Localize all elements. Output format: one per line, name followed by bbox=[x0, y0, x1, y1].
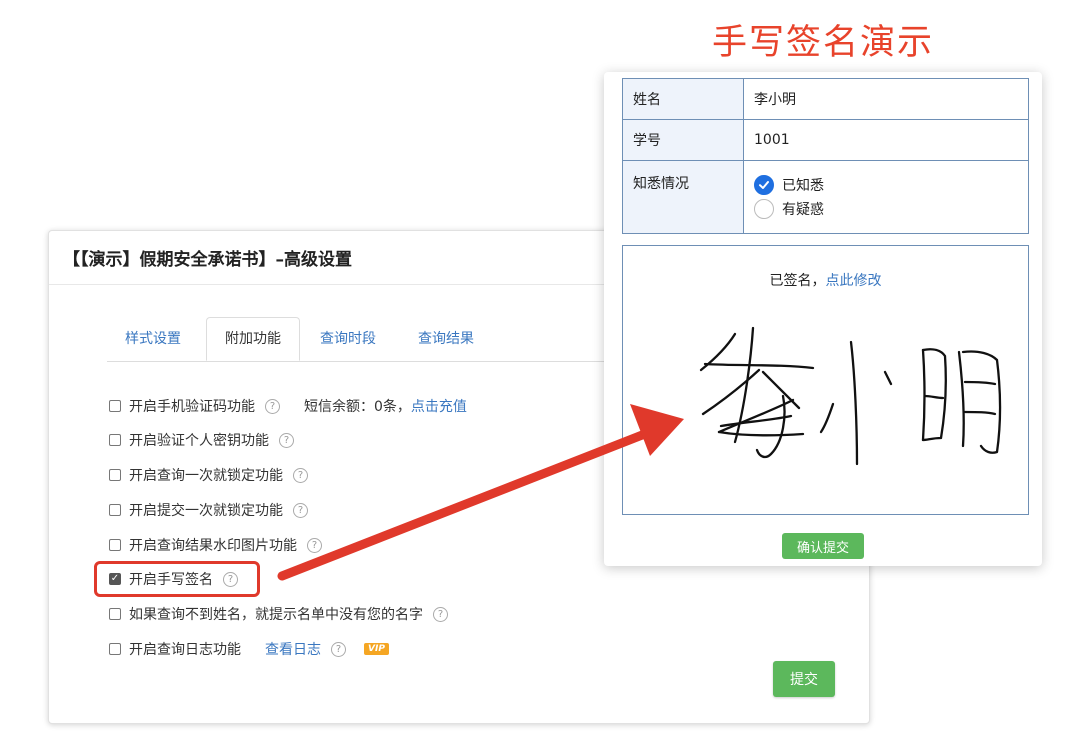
table-row: 姓名 李小明 bbox=[622, 78, 1029, 120]
option-query-log: 开启查询日志功能 查看日志 ? VIP bbox=[109, 639, 389, 659]
demo-title: 手写签名演示 bbox=[712, 23, 935, 63]
panel-title: 【【演示】假期安全承诺书】–高级设置 bbox=[63, 250, 352, 270]
status-radio-group: 已知悉 有疑惑 bbox=[743, 160, 1029, 234]
option-lock-after-submit: 开启提交一次就锁定功能 ? bbox=[109, 500, 308, 520]
option-sms-verification: 开启手机验证码功能 ? 短信余额：0条， 点击充值 bbox=[109, 396, 467, 416]
help-icon[interactable]: ? bbox=[307, 537, 322, 553]
submit-button[interactable]: 提交 bbox=[773, 661, 835, 697]
vip-badge: VIP bbox=[364, 643, 389, 655]
radio-option-doubt[interactable]: 有疑惑 bbox=[754, 197, 1018, 221]
option-watermark-image: 开启查询结果水印图片功能 ? bbox=[109, 535, 322, 555]
help-icon[interactable]: ? bbox=[293, 502, 308, 518]
tab-query-period[interactable]: 查询时段 bbox=[320, 328, 376, 348]
checkbox[interactable] bbox=[109, 434, 121, 446]
option-label: 开启查询结果水印图片功能 bbox=[129, 538, 297, 554]
checkbox[interactable] bbox=[109, 643, 121, 655]
help-icon[interactable]: ? bbox=[265, 398, 280, 414]
radio-checked-icon[interactable] bbox=[754, 175, 774, 195]
radio-unchecked-icon[interactable] bbox=[754, 199, 774, 219]
checkbox[interactable] bbox=[109, 539, 121, 551]
name-label: 姓名 bbox=[622, 78, 744, 120]
student-id-value: 1001 bbox=[743, 119, 1029, 161]
option-label: 开启验证个人密钥功能 bbox=[129, 433, 269, 449]
help-icon[interactable]: ? bbox=[279, 432, 294, 448]
name-value: 李小明 bbox=[743, 78, 1029, 120]
highlight-box bbox=[94, 561, 260, 597]
radio-label: 有疑惑 bbox=[782, 202, 824, 218]
option-label: 如果查询不到姓名，就提示名单中没有您的名字 bbox=[129, 607, 423, 623]
tab-additional-features[interactable]: 附加功能 bbox=[206, 317, 300, 361]
radio-label: 已知悉 bbox=[782, 178, 824, 194]
view-log-link[interactable]: 查看日志 bbox=[265, 639, 321, 659]
recharge-link[interactable]: 点击充值 bbox=[411, 396, 467, 416]
help-icon[interactable]: ? bbox=[433, 606, 448, 622]
table-row: 知悉情况 已知悉 有疑惑 bbox=[622, 160, 1029, 234]
option-name-not-found-hint: 如果查询不到姓名，就提示名单中没有您的名字 ? bbox=[109, 604, 448, 624]
option-label: 开启查询一次就锁定功能 bbox=[129, 468, 283, 484]
option-lock-after-query: 开启查询一次就锁定功能 ? bbox=[109, 465, 308, 485]
option-label: 开启提交一次就锁定功能 bbox=[129, 503, 283, 519]
tab-style-settings[interactable]: 样式设置 bbox=[125, 328, 181, 348]
student-id-label: 学号 bbox=[622, 119, 744, 161]
info-table: 姓名 李小明 学号 1001 知悉情况 已知悉 有疑惑 bbox=[622, 78, 1029, 234]
tab-query-results[interactable]: 查询结果 bbox=[418, 328, 474, 348]
signature-demo-card: 姓名 李小明 学号 1001 知悉情况 已知悉 有疑惑 已签名，点此修改 确认提… bbox=[604, 72, 1042, 566]
help-icon[interactable]: ? bbox=[293, 467, 308, 483]
option-label: 开启查询日志功能 bbox=[129, 642, 241, 658]
handwritten-signature-image bbox=[699, 326, 1002, 466]
option-label: 开启手机验证码功能 bbox=[129, 399, 255, 415]
help-icon[interactable]: ? bbox=[331, 641, 346, 657]
checkbox[interactable] bbox=[109, 400, 121, 412]
sms-balance-text: 短信余额：0条， bbox=[304, 399, 411, 415]
confirm-submit-button[interactable]: 确认提交 bbox=[782, 533, 864, 559]
checkbox[interactable] bbox=[109, 469, 121, 481]
table-row: 学号 1001 bbox=[622, 119, 1029, 161]
radio-option-acknowledged[interactable]: 已知悉 bbox=[754, 173, 1018, 197]
checkbox[interactable] bbox=[109, 608, 121, 620]
tabs-baseline bbox=[107, 361, 621, 362]
checkbox[interactable] bbox=[109, 504, 121, 516]
status-label: 知悉情况 bbox=[622, 160, 744, 234]
option-personal-key: 开启验证个人密钥功能 ? bbox=[109, 430, 294, 450]
signature-box[interactable]: 已签名，点此修改 bbox=[622, 245, 1029, 515]
